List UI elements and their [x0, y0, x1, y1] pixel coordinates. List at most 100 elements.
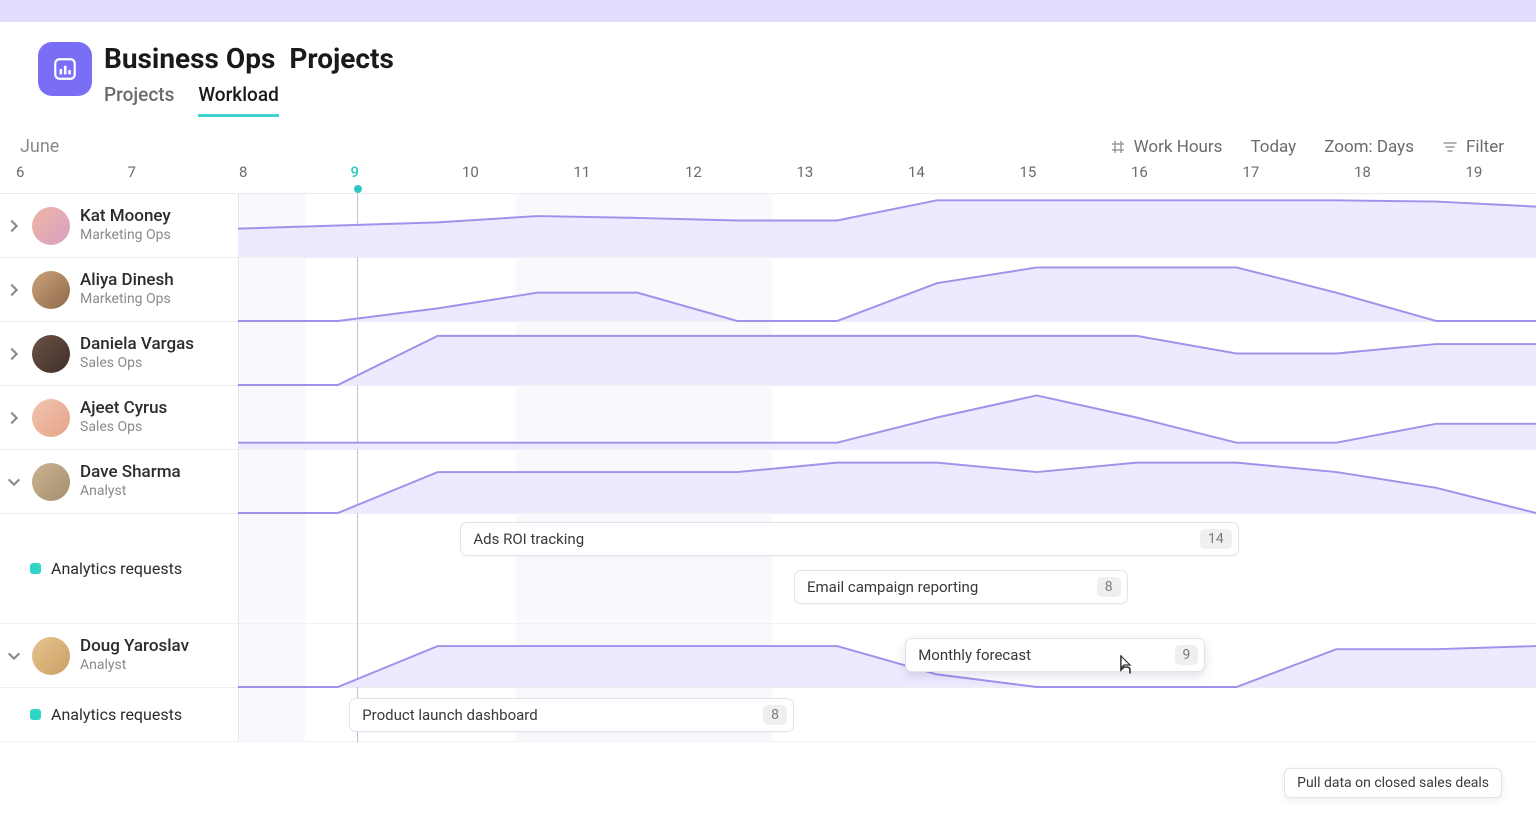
expand-caret[interactable]	[6, 410, 22, 426]
workload-sparkline: Monthly forecast 9	[238, 624, 1536, 687]
expand-caret[interactable]	[6, 648, 22, 664]
cursor-icon	[1115, 654, 1135, 678]
task-group-label: Analytics requests	[51, 559, 182, 578]
person-row: Doug YaroslavAnalyst Monthly forecast 9	[0, 624, 1536, 688]
task-hours-badge: 9	[1175, 645, 1199, 665]
person-row-label[interactable]: Dave SharmaAnalyst	[0, 450, 238, 513]
task-hours-badge: 8	[763, 705, 787, 725]
person-name: Ajeet Cyrus	[80, 398, 167, 419]
date-col-8: 8	[239, 163, 351, 193]
person-row-label[interactable]: Kat MooneyMarketing Ops	[0, 194, 238, 257]
avatar	[32, 463, 70, 501]
person-row-label[interactable]: Aliya DineshMarketing Ops	[0, 258, 238, 321]
task-bar[interactable]: Ads ROI tracking 14	[460, 522, 1238, 556]
today-button[interactable]: Today	[1250, 137, 1296, 157]
person-role: Marketing Ops	[80, 291, 174, 309]
work-hours-button[interactable]: Work Hours	[1110, 137, 1223, 157]
task-group-row: Analytics requests Product launch dashboa…	[0, 688, 1536, 742]
person-row: Aliya DineshMarketing Ops	[0, 258, 1536, 322]
person-row: Kat MooneyMarketing Ops	[0, 194, 1536, 258]
task-name: Product launch dashboard	[362, 706, 538, 724]
person-name: Dave Sharma	[80, 462, 181, 483]
expand-caret[interactable]	[6, 218, 22, 234]
person-role: Sales Ops	[80, 419, 167, 437]
person-row: Ajeet CyrusSales Ops	[0, 386, 1536, 450]
zoom-label: Zoom: Days	[1324, 137, 1414, 157]
avatar	[32, 335, 70, 373]
workload-sparkline	[238, 386, 1536, 449]
expand-caret[interactable]	[6, 474, 22, 490]
task-group-row: Analytics requests Ads ROI tracking 14 Emai…	[0, 514, 1536, 624]
person-row-label[interactable]: Doug YaroslavAnalyst	[0, 624, 238, 687]
date-col-19: 19	[1466, 163, 1536, 193]
task-group-label: Analytics requests	[51, 705, 182, 724]
project-color-swatch	[30, 709, 41, 720]
person-row-label[interactable]: Ajeet CyrusSales Ops	[0, 386, 238, 449]
toolbar: June Work Hours Today Zoom: Days Filter	[0, 123, 1536, 163]
person-role: Analyst	[80, 483, 181, 501]
grid-icon	[1110, 139, 1126, 155]
filter-button[interactable]: Filter	[1442, 137, 1504, 157]
filter-icon	[1442, 139, 1458, 155]
person-role: Analyst	[80, 657, 189, 675]
avatar	[32, 399, 70, 437]
date-col-7: 7	[128, 163, 240, 193]
avatar	[32, 637, 70, 675]
month-label: June	[20, 136, 59, 157]
date-col-6: 6	[16, 163, 128, 193]
date-ruler: 678910111213141516171819	[0, 163, 1536, 193]
task-canvas: Ads ROI tracking 14 Email campaign reporti…	[238, 514, 1536, 623]
task-name: Email campaign reporting	[807, 578, 978, 596]
date-col-18: 18	[1354, 163, 1466, 193]
zoom-selector[interactable]: Zoom: Days	[1324, 137, 1414, 157]
task-hours-badge: 8	[1097, 577, 1121, 597]
person-name: Kat Mooney	[80, 206, 171, 227]
task-tooltip: Pull data on closed sales deals	[1284, 768, 1502, 798]
date-col-13: 13	[797, 163, 909, 193]
date-col-17: 17	[1243, 163, 1355, 193]
person-role: Sales Ops	[80, 355, 194, 373]
section-name: Projects	[289, 42, 394, 75]
task-name: Monthly forecast	[918, 646, 1031, 664]
today-label: Today	[1250, 137, 1296, 157]
bar-chart-icon	[52, 56, 78, 82]
work-hours-label: Work Hours	[1134, 137, 1223, 157]
expand-caret[interactable]	[6, 282, 22, 298]
person-name: Doug Yaroslav	[80, 636, 189, 657]
team-name: Business Ops	[104, 42, 275, 75]
browser-chrome-banner	[0, 0, 1536, 22]
task-bar[interactable]: Email campaign reporting 8	[794, 570, 1128, 604]
tab-projects[interactable]: Projects	[104, 83, 174, 117]
workload-grid: Kat MooneyMarketing OpsAliya DineshMarke…	[0, 193, 1536, 742]
task-bar[interactable]: Product launch dashboard 8	[349, 698, 794, 732]
avatar	[32, 271, 70, 309]
task-name: Ads ROI tracking	[473, 530, 584, 548]
date-col-10: 10	[462, 163, 574, 193]
avatar	[32, 207, 70, 245]
workload-sparkline	[238, 194, 1536, 257]
workload-sparkline	[238, 322, 1536, 385]
task-hours-badge: 14	[1200, 529, 1232, 549]
task-bar[interactable]: Monthly forecast 9	[905, 638, 1205, 672]
date-col-9: 9	[351, 163, 463, 193]
tab-workload[interactable]: Workload	[198, 83, 278, 117]
workload-sparkline	[238, 450, 1536, 513]
person-name: Daniela Vargas	[80, 334, 194, 355]
person-role: Marketing Ops	[80, 227, 171, 245]
task-group-label-cell[interactable]: Analytics requests	[0, 688, 238, 741]
task-canvas: Product launch dashboard 8	[238, 688, 1536, 741]
date-col-11: 11	[574, 163, 686, 193]
task-group-label-cell[interactable]: Analytics requests	[0, 514, 238, 623]
date-col-14: 14	[908, 163, 1020, 193]
person-row: Daniela VargasSales Ops	[0, 322, 1536, 386]
tabs: Projects Workload	[104, 83, 394, 117]
date-col-16: 16	[1131, 163, 1243, 193]
filter-label: Filter	[1466, 137, 1504, 157]
page-header: Business Ops Projects Projects Workload	[0, 22, 1536, 117]
date-col-12: 12	[685, 163, 797, 193]
person-row-label[interactable]: Daniela VargasSales Ops	[0, 322, 238, 385]
app-icon	[38, 42, 92, 96]
expand-caret[interactable]	[6, 346, 22, 362]
person-name: Aliya Dinesh	[80, 270, 174, 291]
project-color-swatch	[30, 563, 41, 574]
